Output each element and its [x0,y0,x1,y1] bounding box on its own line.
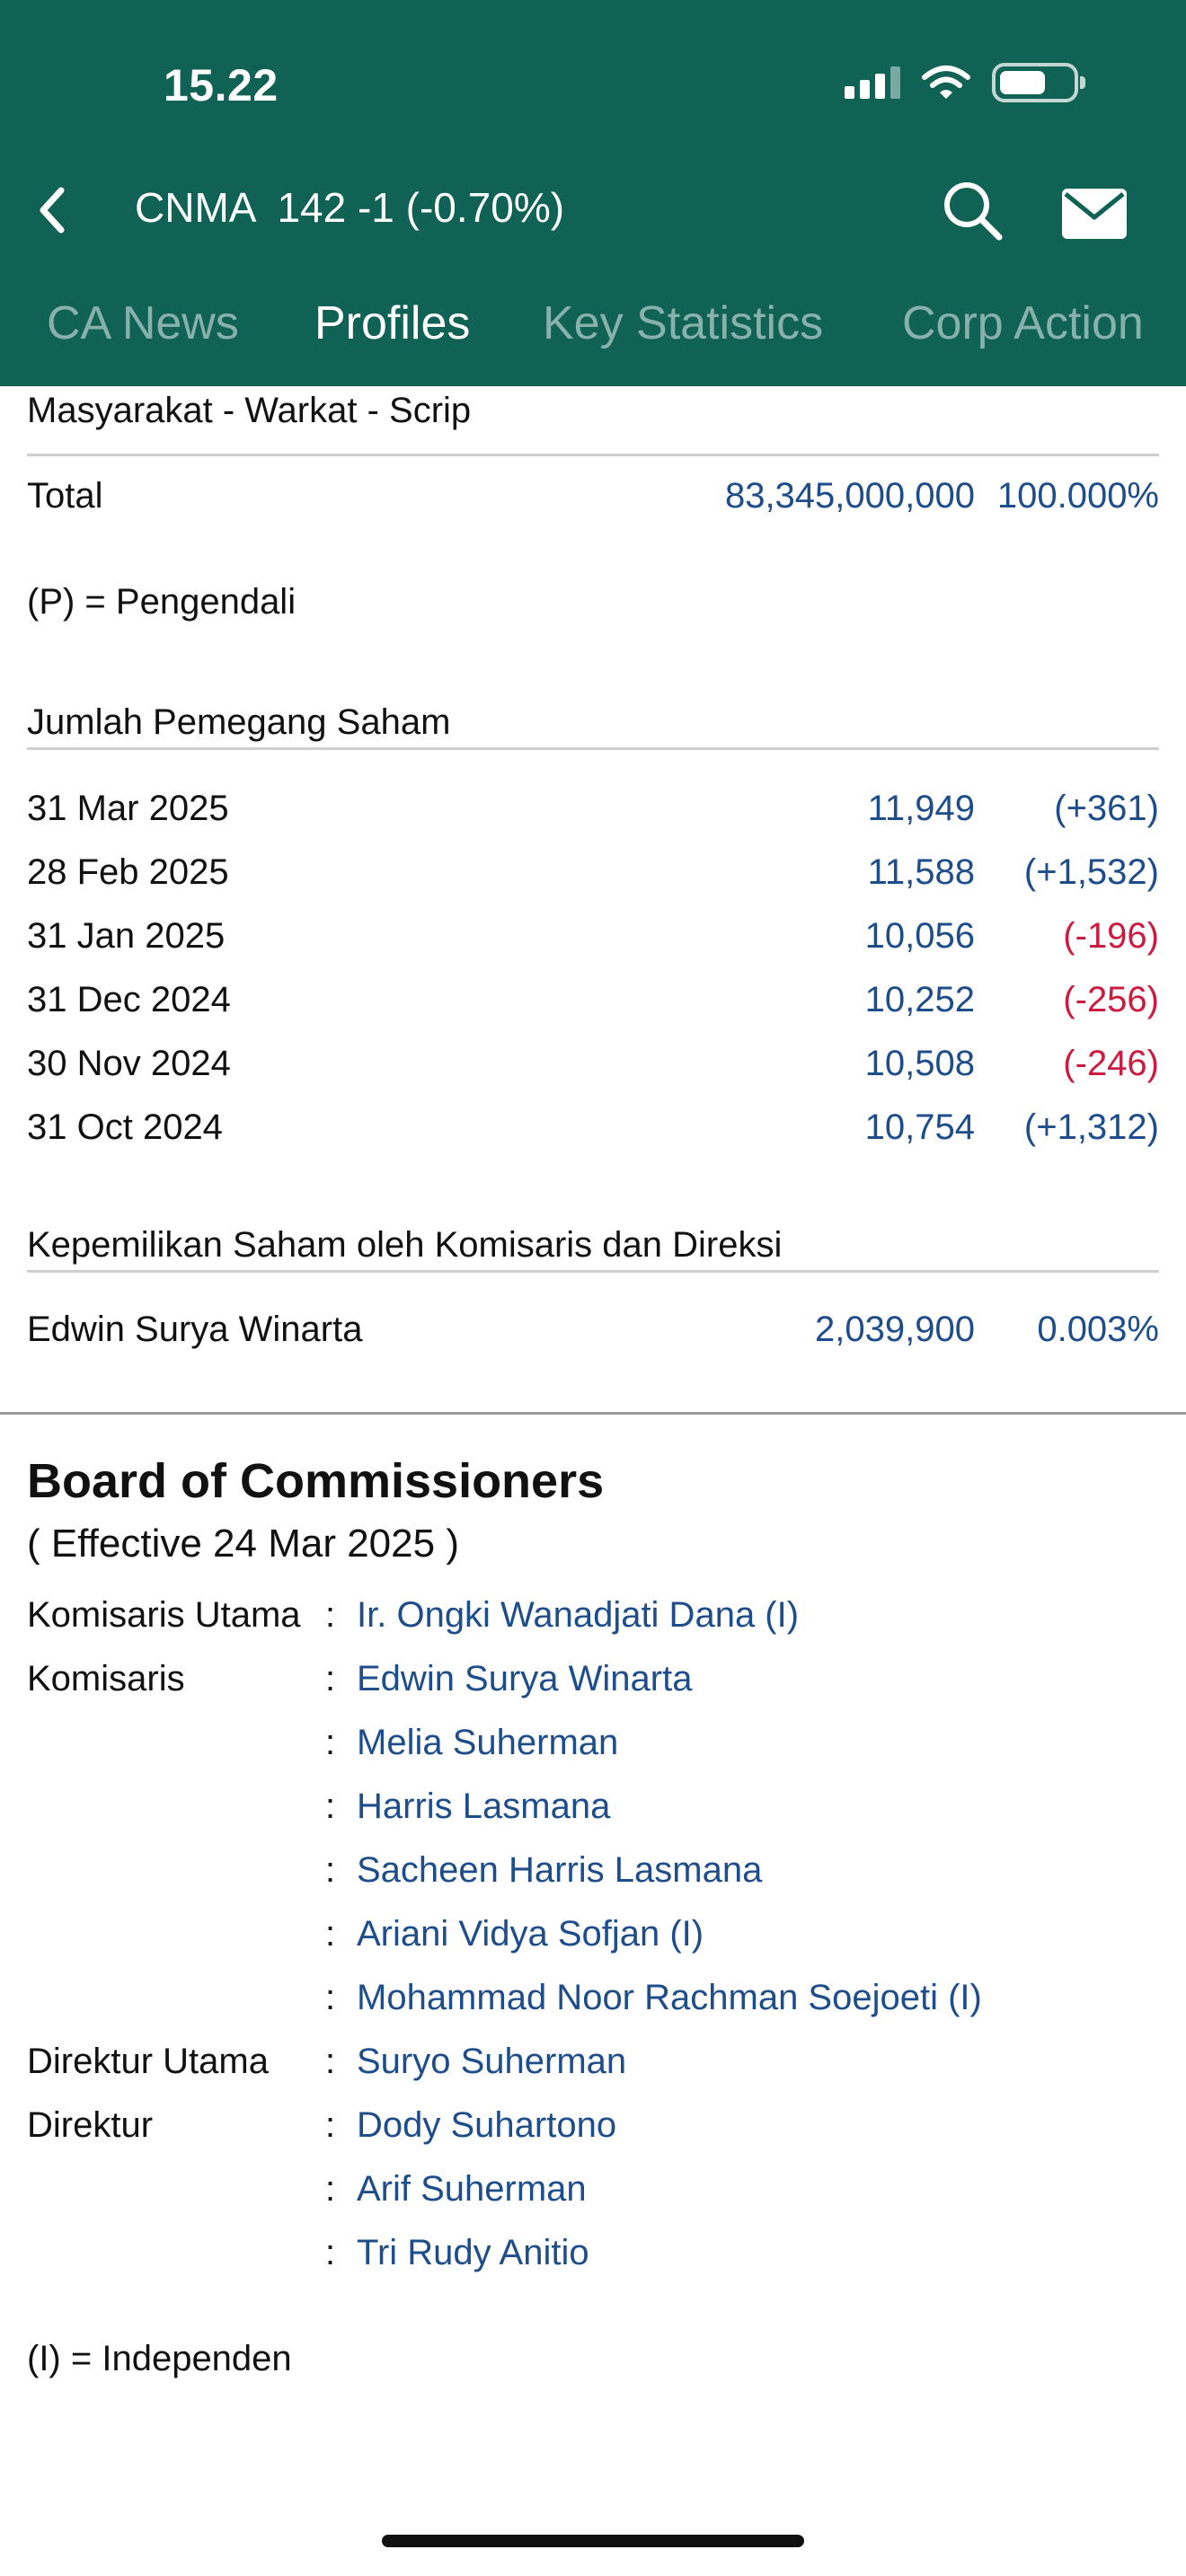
shareholder-name: Masyarakat - Warkat - Scrip [27,391,472,430]
holders-count: 10,508 [864,1044,975,1083]
board-row: : Ariani Vidya Sofjan (I) [27,1914,1159,1959]
home-indicator[interactable] [382,2535,804,2547]
board-member-link[interactable]: Sacheen Harris Lasmana [357,1850,762,1891]
status-time: 15.22 [164,60,279,110]
holders-change: (-246) [1063,1044,1159,1083]
board-colon: : [325,2233,336,2272]
board-row: : Melia Suherman [27,1723,1159,1768]
board-row: : Arif Suherman [27,2169,1159,2214]
board-row: Direktur Utama : Suryo Suherman [27,2042,1159,2086]
holders-date: 31 Dec 2024 [27,980,231,1019]
board-role: Komisaris [27,1659,185,1698]
board-colon: : [325,1786,336,1826]
holders-date: 28 Feb 2025 [27,852,229,892]
board-row: : Sacheen Harris Lasmana [27,1850,1159,1895]
ticker-title: CNMA 142 -1 (-0.70%) [135,184,565,231]
board-colon: : [325,1978,336,2017]
nav-bar: CNMA 142 -1 (-0.70%) [0,171,1186,251]
board-member-link[interactable]: Edwin Surya Winarta [357,1659,692,1699]
board-row: : Harris Lasmana [27,1786,1159,1831]
signal-icon [845,66,900,99]
board-row: : Tri Rudy Anitio [27,2233,1159,2278]
insider-shares: 2,039,900 [815,1310,975,1349]
divider [27,1270,1159,1273]
note-text: (I) = Independen [27,2339,292,2378]
board-colon: : [325,1914,336,1954]
insider-title: Kepemilikan Saham oleh Komisaris dan Dir… [27,1225,783,1265]
divider [27,747,1159,750]
board-member-link[interactable]: Harris Lasmana [357,1786,610,1827]
board-row: Direktur : Dody Suhartono [27,2105,1159,2150]
board-role: Direktur [27,2105,154,2145]
tab-corp-action[interactable]: Corp Action [902,296,1144,350]
app-header: 15.22 CNMA 142 -1 (-0.70%) CA News Profi… [0,0,1186,386]
board-member-link[interactable]: Suryo Suherman [357,2042,626,2082]
wifi-icon [922,66,970,99]
total-percent: 100.000% [996,476,1159,516]
tab-key-statistics[interactable]: Key Statistics [543,296,823,350]
note-text: (P) = Pengendali [27,582,296,622]
board-colon: : [325,1850,336,1890]
holders-change: (+1,532) [1023,852,1159,892]
board-row: Komisaris : Edwin Surya Winarta [27,1659,1159,1704]
holders-date: 31 Jan 2025 [27,916,226,956]
holders-count: 10,056 [864,916,975,956]
tab-ca-news[interactable]: CA News [47,296,239,350]
divider [27,454,1159,456]
battery-icon [992,63,1085,102]
board-member-link[interactable]: Ir. Ongki Wanadjati Dana (I) [357,1595,799,1636]
board-row: Komisaris Utama : Ir. Ongki Wanadjati Da… [27,1595,1159,1640]
search-icon[interactable] [940,178,1005,243]
board-colon: : [325,1659,336,1698]
holders-count: 11,588 [867,852,975,892]
board-role: Komisaris Utama [27,1595,301,1635]
holders-change: (-196) [1063,916,1159,956]
holders-date: 31 Oct 2024 [27,1107,223,1147]
board-member-link[interactable]: Tri Rudy Anitio [357,2233,589,2273]
board-member-link[interactable]: Melia Suherman [357,1723,618,1763]
holders-title: Jumlah Pemegang Saham [27,702,451,742]
holders-change: (+1,312) [1023,1107,1159,1147]
holders-count: 10,252 [864,980,975,1019]
board-colon: : [325,1723,336,1762]
board-member-link[interactable]: Mohammad Noor Rachman Soejoeti (I) [357,1978,982,2018]
insider-percent: 0.003% [1037,1310,1159,1349]
board-effective-date: ( Effective 24 Mar 2025 ) [27,1522,459,1566]
insider-name: Edwin Surya Winarta [27,1310,363,1349]
tab-bar: CA News Profiles Key Statistics Corp Act… [0,296,1186,368]
holders-count: 10,754 [864,1107,975,1147]
board-role: Direktur Utama [27,2042,269,2081]
board-member-link[interactable]: Ariani Vidya Sofjan (I) [357,1914,704,1954]
status-icons [845,63,1085,102]
holders-date: 30 Nov 2024 [27,1044,231,1083]
board-member-link[interactable]: Dody Suhartono [357,2105,616,2146]
holders-change: (-256) [1063,980,1159,1019]
board-member-link[interactable]: Arif Suherman [357,2169,587,2210]
board-row: : Mohammad Noor Rachman Soejoeti (I) [27,1978,1159,2023]
board-title: Board of Commissioners [27,1454,605,1508]
board-colon: : [325,2169,336,2209]
section-divider [0,1412,1186,1415]
total-label: Total [27,476,103,516]
tab-profiles[interactable]: Profiles [314,296,470,350]
holders-date: 31 Mar 2025 [27,789,229,828]
board-colon: : [325,2105,336,2145]
board-colon: : [325,2042,336,2081]
board-colon: : [325,1595,336,1635]
total-shares: 83,345,000,000 [724,476,975,516]
holders-change: (+361) [1054,789,1159,828]
back-chevron-icon[interactable] [27,183,81,237]
holders-count: 11,949 [867,789,975,828]
mail-icon[interactable] [1060,187,1128,241]
